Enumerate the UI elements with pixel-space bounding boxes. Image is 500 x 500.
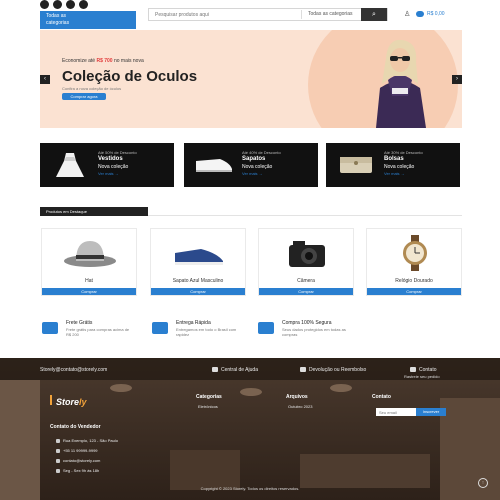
- cart-button[interactable]: R$ 0,00: [416, 9, 460, 20]
- buy-button[interactable]: Comprar: [367, 288, 461, 295]
- search-bar: Todas as categorias ⌕: [148, 8, 388, 21]
- newsletter-subscribe-button[interactable]: Inscrever: [416, 408, 446, 416]
- help-center-link[interactable]: Central de Ajuda: [212, 367, 258, 373]
- contact-hours: Seg - Sex 9h às 18h: [56, 468, 99, 473]
- contact-address: Rua Exemplo, 123 - São Paulo: [56, 438, 118, 443]
- category-card-dresses[interactable]: Até 50% de Desconto Vestidos Nova coleçã…: [40, 143, 174, 187]
- cart-icon: [152, 322, 168, 334]
- mail-icon: [56, 458, 60, 463]
- user-icon[interactable]: ♙: [404, 10, 410, 18]
- social-links: [40, 0, 88, 9]
- hero-banner: Economize até R$ 700 no mais nova Coleçã…: [40, 30, 462, 128]
- help-icon: [212, 367, 218, 373]
- all-categories-button[interactable]: Todas as categorias: [40, 11, 136, 29]
- dresses-link[interactable]: Ver mais →: [98, 171, 119, 176]
- search-input[interactable]: [149, 9, 301, 20]
- buy-button[interactable]: Comprar: [42, 288, 136, 295]
- hero-next-button[interactable]: ›: [452, 75, 462, 84]
- category-card-bags[interactable]: Até 30% de Desconto Bolsas Nova coleção …: [326, 143, 460, 187]
- blue-shoe-image: [175, 249, 223, 265]
- returns-link[interactable]: Devolução ou Reembolso: [300, 367, 366, 373]
- hero-description: Confira a nova coleção de óculos: [62, 86, 122, 91]
- buy-button[interactable]: Comprar: [259, 288, 353, 295]
- model-with-sunglasses-image: [376, 39, 426, 128]
- archive-link[interactable]: Outubro 2023: [288, 404, 312, 409]
- footer-logo[interactable]: Storely: [56, 397, 87, 407]
- seller-contact-heading: Contato do Vendedor: [50, 424, 101, 430]
- youtube-icon[interactable]: [79, 0, 88, 9]
- facebook-icon[interactable]: [40, 0, 49, 9]
- feature-free-shipping: Frete Grátis Frete grátis para compras a…: [42, 320, 142, 348]
- location-icon: [56, 438, 60, 443]
- contact-phone: +55 11 99999-9999: [56, 448, 98, 453]
- archives-heading: Arquivos: [286, 394, 308, 400]
- bags-link[interactable]: Ver mais →: [384, 171, 405, 176]
- product-card[interactable]: Sapato Azul Masculino Comprar: [150, 228, 246, 296]
- hat-image: [64, 241, 116, 267]
- top-bar: Todas as categorias Todas as categorias …: [0, 0, 500, 29]
- camera-image: [289, 241, 325, 267]
- search-button[interactable]: ⌕: [361, 8, 387, 21]
- shop-now-button[interactable]: Comprar agora: [62, 93, 106, 100]
- cart-total: R$ 0,00: [427, 11, 445, 17]
- return-icon: [300, 367, 306, 373]
- hero-prev-button[interactable]: ‹: [40, 75, 50, 84]
- category-card-shoes[interactable]: Até 40% de Desconto Sapatos Nova coleção…: [184, 143, 318, 187]
- newsletter-heading: Contato: [372, 394, 391, 400]
- dress-image: [56, 153, 84, 177]
- categories-heading: Categorias: [196, 394, 222, 400]
- instagram-icon[interactable]: [66, 0, 75, 9]
- truck-icon: [42, 322, 58, 334]
- buy-button[interactable]: Comprar: [151, 288, 245, 295]
- product-card[interactable]: Câmera Comprar: [258, 228, 354, 296]
- phone-icon: [410, 367, 416, 373]
- back-to-top-button[interactable]: ↑: [478, 478, 488, 488]
- shield-icon: [258, 322, 274, 334]
- footer-email[interactable]: Storely@contato@storely.com: [40, 367, 107, 373]
- category-link[interactable]: Eletrônicos: [198, 404, 218, 409]
- footer: Storely@contato@storely.com Central de A…: [0, 358, 500, 500]
- phone-icon: [56, 448, 60, 453]
- feature-fast-delivery: Entrega Rápida Entregamos em todo o Bras…: [152, 320, 252, 348]
- newsletter-email-input[interactable]: [376, 408, 416, 416]
- product-card[interactable]: Relógio Dourado Comprar: [366, 228, 462, 296]
- hero-title: Coleção de Oculos: [62, 68, 198, 85]
- product-card[interactable]: Hat Comprar: [41, 228, 137, 296]
- twitter-icon[interactable]: [53, 0, 62, 9]
- feature-secure-purchase: Compra 100% Segura Seus dados protegidos…: [258, 320, 358, 348]
- contact-email[interactable]: contato@storely.com: [56, 458, 100, 463]
- search-category-select[interactable]: Todas as categorias: [301, 10, 353, 19]
- shoes-link[interactable]: Ver mais →: [242, 171, 263, 176]
- bag-image: [340, 157, 372, 173]
- cart-icon: [416, 10, 424, 17]
- featured-section-title: Produtos em Destaque: [40, 207, 148, 216]
- watch-image: [403, 235, 427, 271]
- clock-icon: [56, 468, 60, 473]
- hero-subtitle: Economize até R$ 700 no mais nova: [62, 58, 144, 64]
- shoes-image: [196, 159, 232, 172]
- contact-link[interactable]: Contato: [410, 367, 437, 373]
- search-icon: ⌕: [372, 11, 376, 18]
- copyright: Copyright © 2023 Storely. Todos os direi…: [200, 486, 300, 491]
- track-order-link[interactable]: Rastreie seu pedido: [404, 374, 440, 379]
